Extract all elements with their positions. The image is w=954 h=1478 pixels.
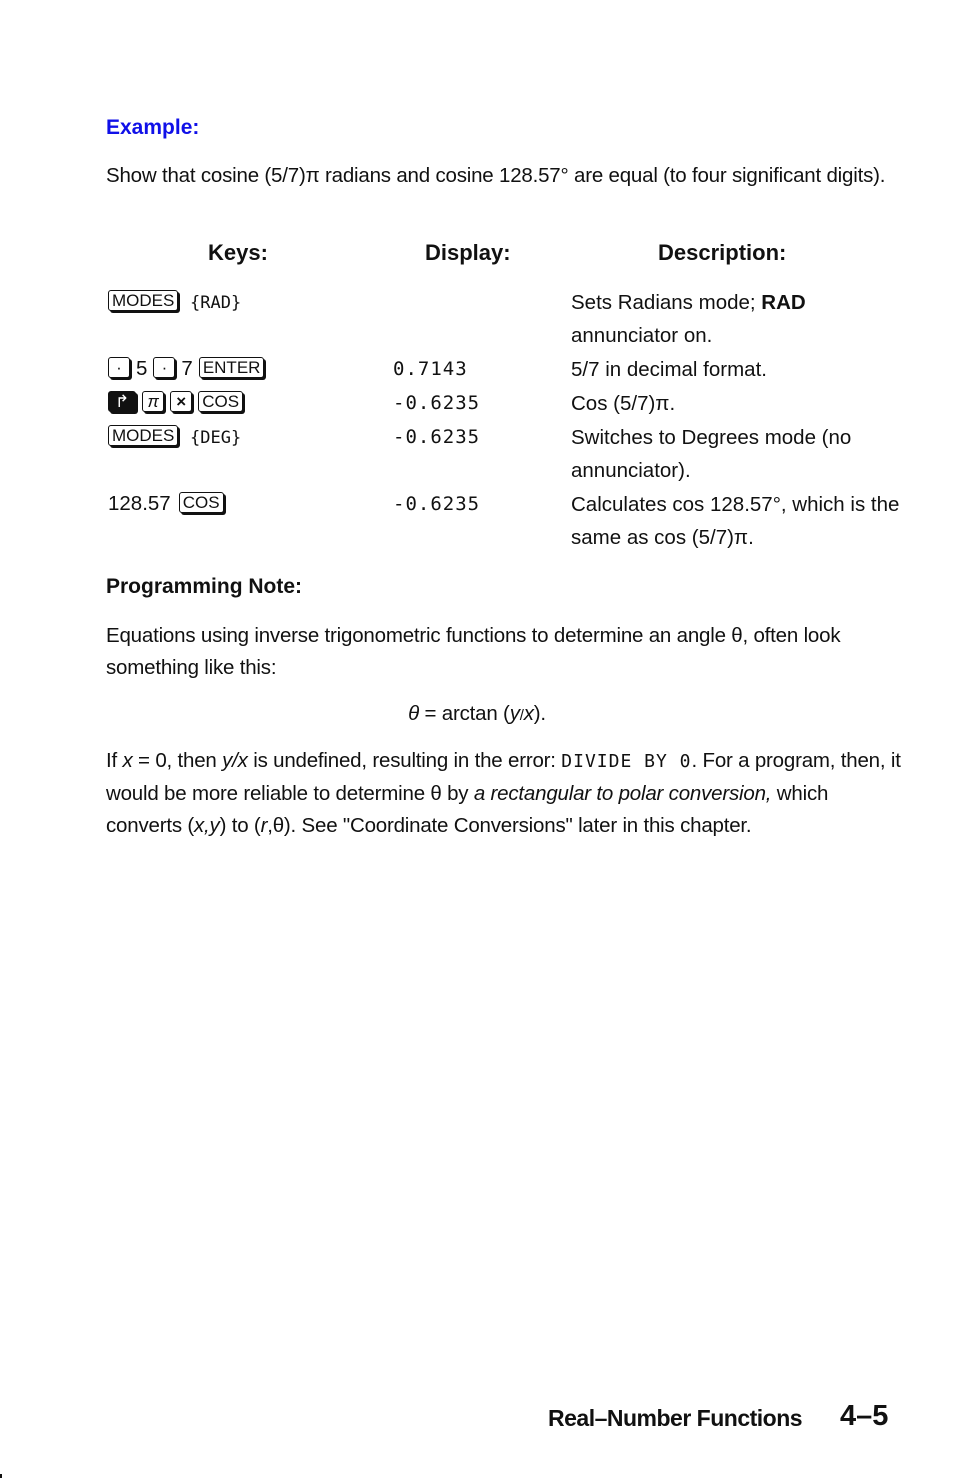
display-cell: -0.6235 bbox=[393, 493, 481, 515]
keys-cell: MODES {DEG} bbox=[108, 421, 241, 454]
math-var: x,y bbox=[194, 814, 220, 837]
text: ) to ( bbox=[219, 814, 261, 837]
key-text: 7 bbox=[181, 357, 193, 380]
cos-key: COS bbox=[198, 391, 244, 412]
text: ,θ). See "Coordinate Conversions" later … bbox=[267, 814, 752, 837]
programming-note-heading: Programming Note: bbox=[106, 575, 303, 598]
description-text: Sets Radians mode; bbox=[571, 291, 762, 314]
text: is undefined, resulting in the error: bbox=[247, 749, 562, 772]
keys-cell: · 5 · 7 ENTER bbox=[108, 353, 270, 385]
text: = 0, then bbox=[132, 749, 223, 772]
modes-key: MODES bbox=[108, 290, 179, 311]
keys-cell: ↱ π × COS bbox=[108, 387, 249, 419]
key-text: 5 bbox=[136, 357, 148, 380]
display-column-header: Display: bbox=[425, 240, 511, 265]
description-cell: Cos (5/7)π. bbox=[571, 392, 676, 415]
rad-softkey: {RAD} bbox=[190, 293, 242, 313]
pi-key: π bbox=[142, 391, 165, 412]
rad-annunciator-label: RAD bbox=[761, 291, 806, 314]
decimal-point-key: · bbox=[153, 357, 176, 378]
arctan-equation: θ = arctan (y/x). bbox=[0, 698, 954, 732]
display-cell: -0.6235 bbox=[393, 426, 481, 448]
theta-symbol: θ bbox=[408, 702, 420, 725]
error-message: DIVIDE BY 0 bbox=[561, 751, 692, 772]
programming-note-paragraph: If x = 0, then y/x is undefined, resulti… bbox=[106, 745, 906, 842]
deg-softkey: {DEG} bbox=[190, 428, 242, 448]
display-cell: 0.7143 bbox=[393, 358, 468, 380]
keys-cell: 128.57 COS bbox=[108, 488, 230, 520]
scan-mark bbox=[0, 1474, 2, 1478]
keys-cell: MODES {RAD} bbox=[108, 286, 241, 319]
description-cell: Sets Radians mode; RAD annunciator on. bbox=[571, 286, 901, 352]
footer-chapter-title: Real–Number Functions bbox=[548, 1405, 803, 1431]
key-text: 128.57 bbox=[108, 492, 171, 515]
description-cell: 5/7 in decimal format. bbox=[571, 358, 767, 381]
math-var: y/x bbox=[222, 749, 248, 772]
description-text: annunciator on. bbox=[571, 324, 713, 347]
description-cell: Calculates cos 128.57°, which is the sam… bbox=[571, 493, 900, 549]
modes-key: MODES bbox=[108, 425, 179, 446]
decimal-point-key: · bbox=[108, 357, 130, 378]
equation-var: x bbox=[523, 702, 534, 725]
display-cell: -0.6235 bbox=[393, 392, 481, 414]
equation-text: = arctan ( bbox=[419, 702, 510, 725]
example-heading: Example: bbox=[106, 116, 200, 139]
equation-var: y bbox=[509, 702, 520, 725]
emphasis-text: a rectangular to polar conversion, bbox=[473, 782, 772, 805]
multiply-key: × bbox=[170, 391, 193, 412]
programming-note-paragraph: Equations using inverse trigonometric fu… bbox=[106, 624, 841, 679]
text: If bbox=[106, 749, 123, 772]
description-cell: Switches to Degrees mode (no annunciator… bbox=[571, 426, 852, 482]
example-intro: Show that cosine (5/7)π radians and cosi… bbox=[106, 164, 886, 187]
footer-page-number: 4–5 bbox=[840, 1400, 889, 1432]
enter-key: ENTER bbox=[198, 357, 265, 378]
right-shift-icon: ↱ bbox=[108, 391, 137, 412]
description-column-header: Description: bbox=[658, 240, 787, 265]
math-var: x bbox=[122, 749, 133, 772]
keys-column-header: Keys: bbox=[208, 240, 268, 265]
equation-text: ). bbox=[533, 702, 546, 725]
cos-key: COS bbox=[178, 492, 224, 513]
